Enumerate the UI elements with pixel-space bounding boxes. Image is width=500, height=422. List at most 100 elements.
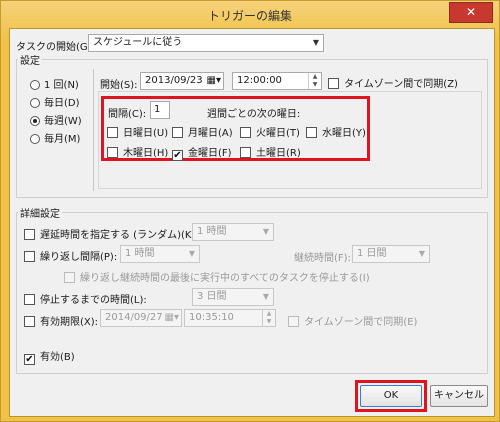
close-button[interactable]: ✕ — [449, 2, 493, 23]
checkbox-box — [24, 229, 35, 240]
checkbox-label: 火曜日(T) — [256, 128, 300, 139]
checkbox-label: タイムゾーン間で同期(Z) — [344, 79, 458, 90]
check-icon: ✔ — [173, 150, 182, 161]
checkbox-box — [107, 127, 118, 138]
checkbox-label: 遅延時間を指定する (ランダム)(K): — [40, 230, 199, 241]
weekday-sunday[interactable]: 日曜日(U) — [107, 124, 168, 139]
advanced-group-title: 詳細設定 — [18, 205, 62, 220]
task-start-value: スケジュールに従う — [93, 37, 183, 48]
repeat-interval-value: 1 時間 — [125, 248, 155, 259]
radio-label: 1 回(N) — [44, 80, 79, 91]
check-icon: ✔ — [25, 354, 34, 365]
stop-after-checkbox[interactable]: 停止するまでの時間(L): — [24, 291, 147, 306]
task-start-label: タスクの開始(G): — [16, 42, 95, 53]
checkbox-box — [306, 127, 317, 138]
radio-weekly[interactable]: 毎週(W) — [30, 112, 82, 127]
radio-label: 毎日(D) — [44, 98, 80, 109]
start-date-picker[interactable]: 2013/09/23 ▦▾ — [140, 72, 224, 90]
radio-once[interactable]: 1 回(N) — [30, 76, 79, 91]
time-spinner[interactable]: ▲ ▼ — [308, 73, 321, 89]
checkbox-label: 金曜日(F) — [188, 148, 232, 159]
checkbox-label: 繰り返し間隔(P): — [40, 252, 118, 263]
checkbox-box — [24, 316, 35, 327]
weekday-friday[interactable]: ✔ 金曜日(F) — [172, 144, 232, 161]
checkbox-box — [24, 251, 35, 262]
duration-label: 継続時間(F): — [294, 253, 351, 264]
repeat-interval-select[interactable]: 1 時間 ▼ — [120, 245, 200, 263]
expire-sync-checkbox[interactable]: タイムゾーン間で同期(E) — [288, 313, 417, 328]
radio-monthly[interactable]: 毎月(M) — [30, 130, 80, 145]
radio-circle — [30, 98, 40, 108]
checkbox-label: 停止するまでの時間(L): — [40, 295, 147, 306]
radio-label: 毎月(M) — [44, 134, 81, 145]
dialog-content: タスクの開始(G): スケジュールに従う ▼ 設定 1 回(N) 毎日(D) 毎… — [9, 28, 495, 417]
checkbox-box — [172, 127, 183, 138]
sync-timezone-checkbox[interactable]: タイムゾーン間で同期(Z) — [328, 75, 458, 90]
dialog-window: トリガーの編集 ✕ タスクの開始(G): スケジュールに従う ▼ 設定 1 回(… — [0, 0, 500, 422]
chevron-down-icon: ▼ — [188, 249, 196, 258]
checkbox-box-checked: ✔ — [24, 354, 35, 365]
checkbox-box — [240, 147, 251, 158]
stop-running-checkbox[interactable]: 繰り返し継続時間の最後に実行中のすべてのタスクを停止する(I) — [64, 269, 370, 284]
weekday-wednesday[interactable]: 水曜日(Y) — [306, 124, 366, 139]
checkbox-label: 有効期限(X): — [40, 317, 99, 328]
checkbox-box — [240, 127, 251, 138]
settings-group-title: 設定 — [18, 52, 42, 67]
duration-value: 1 日間 — [357, 248, 387, 259]
delay-checkbox[interactable]: 遅延時間を指定する (ランダム)(K): — [24, 226, 199, 241]
radio-circle — [30, 134, 40, 144]
close-icon: ✕ — [465, 5, 477, 19]
duration-select[interactable]: 1 日間 ▼ — [352, 245, 430, 263]
start-time-field[interactable]: 12:00:00 ▲ ▼ — [232, 72, 322, 90]
expire-date-picker[interactable]: 2014/09/27 ▦▾ — [100, 309, 182, 327]
title-bar[interactable]: トリガーの編集 ✕ — [1, 1, 499, 27]
chevron-down-icon: ▼ — [312, 38, 320, 47]
checkbox-label: 月曜日(A) — [188, 128, 233, 139]
interval-field[interactable]: 1 — [150, 101, 170, 119]
ok-button[interactable]: OK — [360, 385, 422, 407]
chevron-down-icon: ▼ — [262, 292, 270, 301]
cancel-button[interactable]: キャンセル — [430, 385, 488, 407]
weekday-saturday[interactable]: 土曜日(R) — [240, 144, 301, 159]
radio-label: 毎週(W) — [44, 116, 82, 127]
checkbox-box-checked: ✔ — [172, 150, 183, 161]
interval-label: 間隔(C): — [108, 109, 147, 120]
checkbox-box — [107, 147, 118, 158]
calendar-icon[interactable]: ▦▾ — [207, 73, 221, 89]
delay-select[interactable]: 1 時間 ▼ — [192, 223, 274, 241]
start-date-value: 2013/09/23 — [145, 75, 203, 86]
checkbox-label: 木曜日(H) — [123, 148, 169, 159]
checkbox-label: タイムゾーン間で同期(E) — [304, 317, 418, 328]
checkbox-label: 繰り返し継続時間の最後に実行中のすべてのタスクを停止する(I) — [80, 273, 370, 284]
weekday-tuesday[interactable]: 火曜日(T) — [240, 124, 300, 139]
chevron-down-icon: ▼ — [262, 227, 270, 236]
settings-separator — [93, 69, 94, 191]
start-time-value: 12:00:00 — [237, 75, 282, 86]
checkbox-box — [288, 316, 299, 327]
task-start-select[interactable]: スケジュールに従う ▼ — [88, 34, 324, 52]
checkbox-label: 有効(B) — [40, 352, 75, 363]
interval-value: 1 — [154, 104, 161, 115]
enabled-checkbox[interactable]: ✔ 有効(B) — [24, 348, 75, 365]
chevron-down-icon: ▼ — [418, 249, 426, 258]
time-spinner[interactable]: ▲ ▼ — [262, 310, 275, 326]
stop-after-select[interactable]: 3 日間 ▼ — [192, 288, 274, 306]
weekday-monday[interactable]: 月曜日(A) — [172, 124, 233, 139]
expire-date-value: 2014/09/27 — [105, 312, 163, 323]
checkbox-label: 日曜日(U) — [123, 128, 169, 139]
window-title: トリガーの編集 — [207, 9, 292, 23]
weekday-thursday[interactable]: 木曜日(H) — [107, 144, 168, 159]
radio-daily[interactable]: 毎日(D) — [30, 94, 80, 109]
radio-circle — [30, 80, 40, 90]
expire-time-value: 10:35:10 — [189, 312, 234, 323]
repeat-checkbox[interactable]: 繰り返し間隔(P): — [24, 248, 117, 263]
radio-circle-checked — [30, 116, 40, 126]
expire-checkbox[interactable]: 有効期限(X): — [24, 313, 98, 328]
checkbox-box — [64, 272, 75, 283]
calendar-icon[interactable]: ▦▾ — [165, 310, 179, 326]
checkbox-box — [24, 294, 35, 305]
checkbox-label: 水曜日(Y) — [322, 128, 366, 139]
checkbox-box — [328, 78, 339, 89]
expire-time-field[interactable]: 10:35:10 ▲ ▼ — [184, 309, 276, 327]
checkbox-label: 土曜日(R) — [256, 148, 301, 159]
